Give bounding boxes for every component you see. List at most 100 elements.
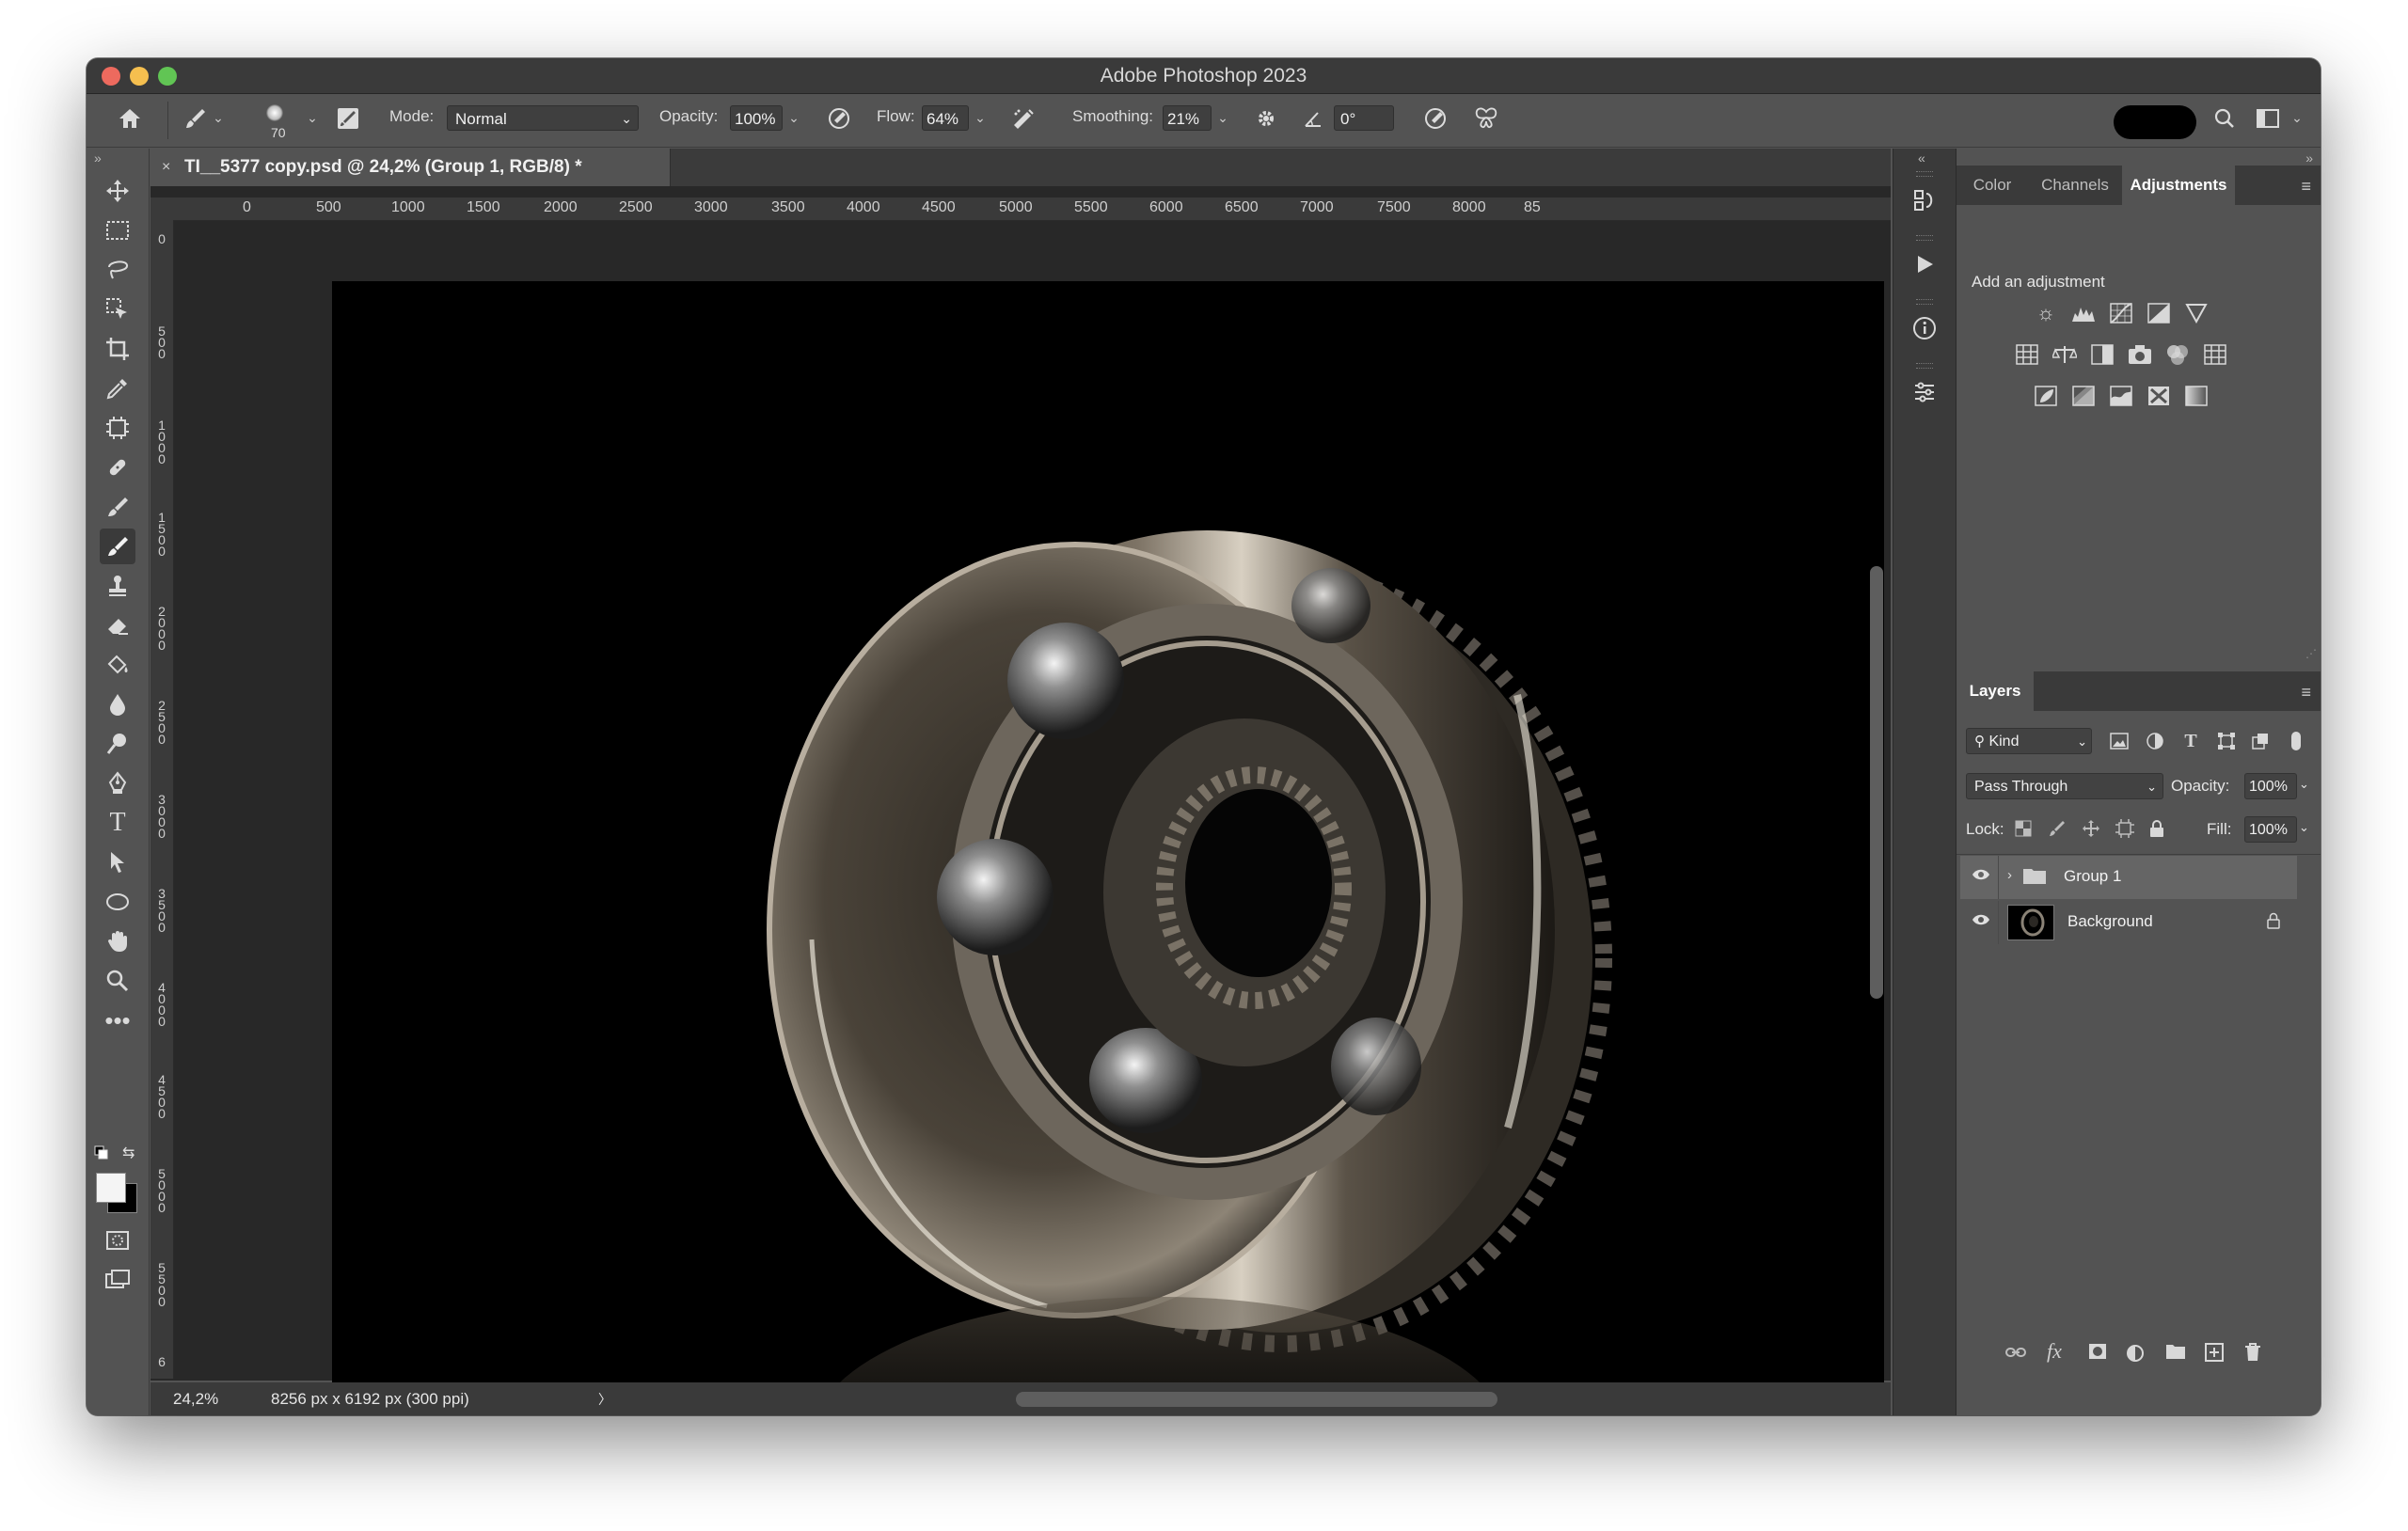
- gear-icon[interactable]: [1251, 103, 1281, 134]
- more-tools-icon[interactable]: •••: [100, 1002, 135, 1038]
- photo-filter-icon[interactable]: [2126, 340, 2154, 369]
- clone-stamp-tool-icon[interactable]: [100, 568, 135, 604]
- layer-lock-icon[interactable]: [2267, 912, 2280, 934]
- dock-grip[interactable]: [1916, 235, 1933, 241]
- filter-shape-layers-icon[interactable]: [2212, 727, 2241, 755]
- status-menu-arrow-icon[interactable]: 〉: [598, 1390, 611, 1409]
- horizontal-scrollbar[interactable]: [1016, 1392, 1497, 1407]
- selective-color-icon[interactable]: [2145, 382, 2173, 410]
- document-image[interactable]: [332, 281, 1884, 1415]
- add-mask-icon[interactable]: [2088, 1343, 2107, 1365]
- adjustments-panel-menu-icon[interactable]: ≡: [2301, 177, 2311, 197]
- pressure-opacity-icon[interactable]: [824, 103, 854, 134]
- foreground-color-swatch[interactable]: [96, 1173, 126, 1203]
- layer-row-group-1[interactable]: › Group 1: [1960, 856, 2297, 899]
- filter-toggle[interactable]: [2291, 732, 2301, 750]
- move-tool-icon[interactable]: [100, 173, 135, 209]
- workspace-icon[interactable]: [2253, 103, 2283, 134]
- brush-tool-active-icon[interactable]: [100, 529, 135, 564]
- properties-sliders-icon[interactable]: [1907, 374, 1942, 410]
- swap-colors-icon[interactable]: ⇆: [122, 1144, 135, 1162]
- brush-tool-icon[interactable]: [100, 489, 135, 525]
- quick-mask-icon[interactable]: [100, 1223, 135, 1258]
- history-icon[interactable]: [1907, 182, 1942, 218]
- panel-resize-grip[interactable]: ⋰: [2305, 647, 2317, 660]
- eraser-tool-icon[interactable]: [100, 608, 135, 643]
- home-icon[interactable]: [115, 103, 145, 134]
- filter-adjustment-layers-icon[interactable]: [2141, 727, 2169, 755]
- levels-icon[interactable]: [2069, 299, 2098, 327]
- mode-select[interactable]: Normal ⌄: [447, 105, 639, 131]
- fill-field[interactable]: 100%: [2244, 816, 2297, 843]
- color-lookup-icon[interactable]: [2201, 340, 2229, 369]
- collapse-panels-icon[interactable]: »: [2305, 150, 2313, 166]
- lock-all-icon[interactable]: [2143, 814, 2171, 843]
- pen-tool-icon[interactable]: [100, 766, 135, 801]
- layers-panel-menu-icon[interactable]: ≡: [2301, 683, 2311, 702]
- symmetry-butterfly-icon[interactable]: [1471, 103, 1501, 134]
- ruler-vertical[interactable]: 0 500 1000 1500 2000 2500 3000 3500 4000 4500 5000…: [150, 220, 174, 1379]
- layer-opacity-field[interactable]: 100%: [2244, 773, 2297, 799]
- collapse-toolbar-icon[interactable]: »: [94, 150, 102, 166]
- hand-tool-icon[interactable]: [100, 923, 135, 959]
- blend-mode-select[interactable]: Pass Through ⌄: [1966, 773, 2163, 799]
- airbrush-icon[interactable]: [1008, 103, 1038, 134]
- filter-pixel-layers-icon[interactable]: [2105, 727, 2133, 755]
- dodge-tool-icon[interactable]: [100, 726, 135, 762]
- zoom-tool-icon[interactable]: [100, 963, 135, 999]
- hue-saturation-icon[interactable]: [2013, 340, 2041, 369]
- lock-position-icon[interactable]: [2077, 814, 2105, 843]
- account-pill[interactable]: [2114, 105, 2196, 139]
- brightness-contrast-icon[interactable]: ☼: [2032, 299, 2060, 327]
- dock-grip[interactable]: [1916, 363, 1933, 369]
- exposure-icon[interactable]: [2145, 299, 2173, 327]
- tab-layers[interactable]: Layers: [1956, 671, 2034, 711]
- default-colors-icon[interactable]: [94, 1145, 109, 1165]
- expand-group-chevron-icon[interactable]: ›: [2007, 867, 2012, 883]
- brush-size-chevron-icon[interactable]: ⌄: [303, 105, 322, 131]
- brush-preset-icon[interactable]: [181, 103, 211, 134]
- tab-adjustments[interactable]: Adjustments: [2122, 166, 2235, 205]
- brush-settings-icon[interactable]: [333, 103, 363, 134]
- smoothing-field[interactable]: 21%: [1163, 105, 1212, 131]
- invert-icon[interactable]: [2032, 382, 2060, 410]
- layer-row-background[interactable]: Background: [1960, 901, 2297, 944]
- flow-chevron-icon[interactable]: ⌄: [971, 105, 990, 131]
- opacity-chevron-icon[interactable]: ⌄: [784, 105, 803, 131]
- tab-channels[interactable]: Channels: [2028, 166, 2122, 205]
- filter-smart-objects-icon[interactable]: [2246, 727, 2274, 755]
- layer-name-group-1[interactable]: Group 1: [2064, 867, 2121, 886]
- angle-field[interactable]: 0°: [1334, 105, 1394, 131]
- gradient-map-icon[interactable]: [2182, 382, 2210, 410]
- layer-style-fx-icon[interactable]: fx: [2047, 1339, 2062, 1364]
- frame-tool-icon[interactable]: [100, 410, 135, 446]
- info-icon[interactable]: [1907, 310, 1942, 346]
- fill-chevron-icon[interactable]: ⌄: [2299, 820, 2309, 835]
- filter-type-layers-icon[interactable]: T: [2177, 727, 2205, 755]
- smoothing-chevron-icon[interactable]: ⌄: [1213, 105, 1232, 131]
- search-icon[interactable]: [2210, 103, 2240, 134]
- delete-layer-trash-icon[interactable]: [2244, 1343, 2261, 1367]
- new-adjustment-layer-icon[interactable]: [2126, 1343, 2147, 1369]
- color-balance-icon[interactable]: [2051, 340, 2079, 369]
- expand-dock-icon[interactable]: «: [1918, 150, 1925, 166]
- workspace-chevron-icon[interactable]: ⌄: [2288, 105, 2306, 131]
- ellipse-tool-icon[interactable]: [100, 884, 135, 920]
- tab-color[interactable]: Color: [1956, 166, 2028, 205]
- brush-tip-icon[interactable]: [260, 98, 290, 128]
- lock-transparent-pixels-icon[interactable]: [2009, 814, 2037, 843]
- new-group-folder-icon[interactable]: [2165, 1343, 2186, 1365]
- new-layer-icon[interactable]: [2205, 1343, 2224, 1367]
- vibrance-icon[interactable]: [2182, 299, 2210, 327]
- healing-brush-tool-icon[interactable]: [100, 450, 135, 485]
- visibility-eye-icon[interactable]: [1972, 911, 1990, 931]
- pressure-size-icon[interactable]: [1420, 103, 1450, 134]
- ruler-corner[interactable]: [150, 197, 173, 220]
- opacity-field[interactable]: 100%: [730, 105, 783, 131]
- blur-tool-icon[interactable]: [100, 687, 135, 722]
- crop-tool-icon[interactable]: [100, 331, 135, 367]
- curves-icon[interactable]: [2107, 299, 2135, 327]
- layer-opacity-chevron-icon[interactable]: ⌄: [2299, 777, 2309, 792]
- close-document-icon[interactable]: ×: [162, 149, 170, 186]
- type-tool-icon[interactable]: T: [100, 805, 135, 841]
